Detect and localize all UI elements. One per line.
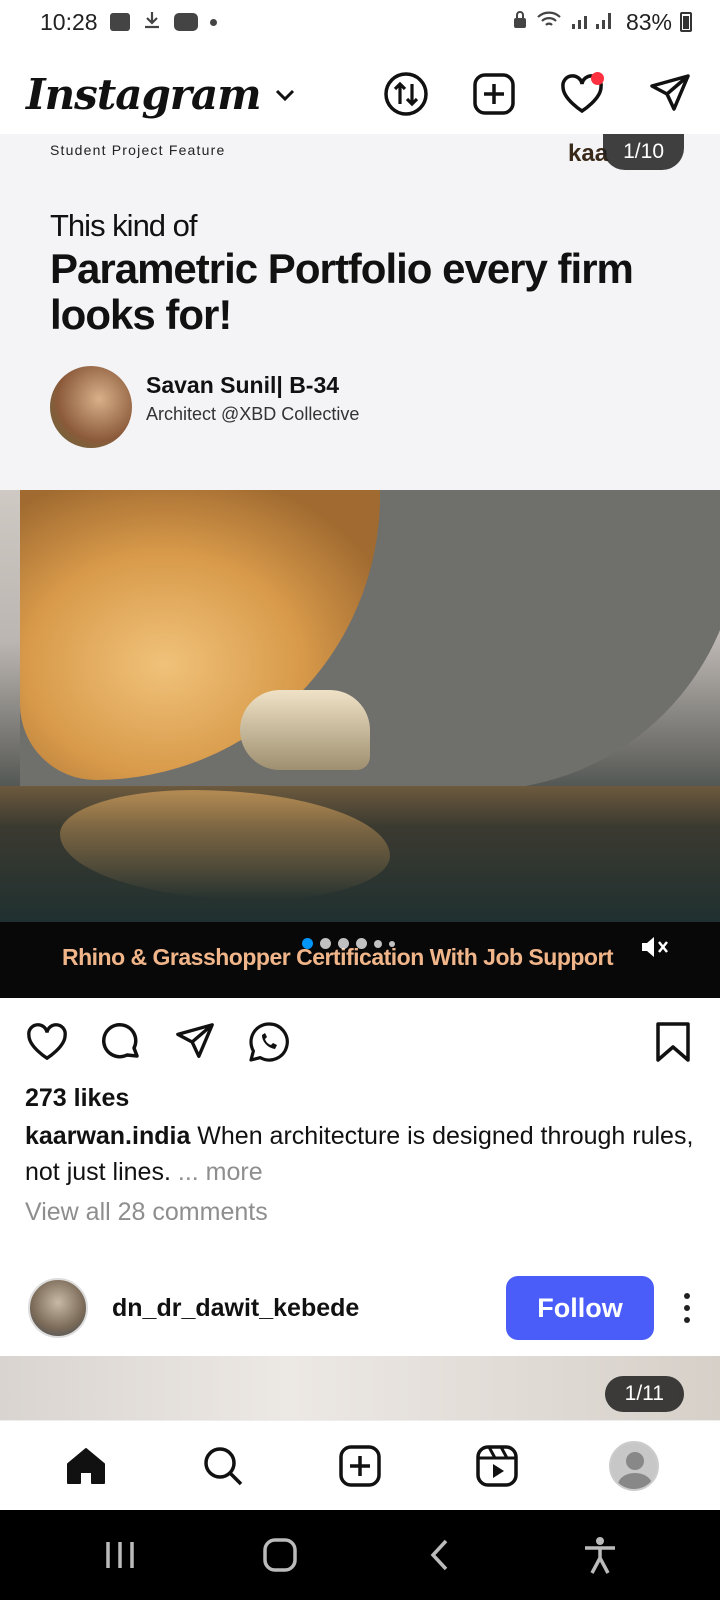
whatsapp-icon[interactable] [246, 1019, 292, 1065]
promo-banner: Rhino & Grasshopper Certification With J… [0, 922, 720, 998]
carousel-dot [374, 940, 382, 948]
notification-dot [591, 72, 604, 85]
direct-message-icon[interactable] [646, 70, 694, 118]
more-notifications-icon [209, 18, 217, 26]
header-actions [382, 70, 694, 118]
wifi-icon [536, 9, 562, 36]
headline-small: This kind of [50, 208, 198, 243]
carousel-dot [302, 938, 313, 949]
share-icon[interactable] [172, 1019, 218, 1065]
status-bar: 10:28 83% [0, 0, 720, 44]
reels-icon[interactable] [469, 1438, 525, 1494]
slide-counter: 1/10 [603, 134, 684, 170]
battery-icon [680, 12, 692, 32]
headline-big: Parametric Portfolio every firm looks fo… [50, 245, 634, 338]
status-left: 10:28 [40, 9, 217, 36]
instagram-logo[interactable]: Instagram [26, 70, 262, 119]
gallery-notification-icon [109, 13, 130, 31]
clock: 10:28 [40, 8, 98, 35]
signal-icon [570, 9, 618, 36]
comment-icon[interactable] [98, 1019, 144, 1065]
status-right: 83% [512, 9, 692, 36]
bottom-tab-bar [0, 1420, 720, 1510]
next-post-header: dn_dr_dawit_kebede Follow [0, 1268, 720, 1348]
avatar [608, 1440, 659, 1491]
threads-switch-icon[interactable] [382, 70, 430, 118]
author-avatar [50, 366, 132, 448]
carousel-dots [302, 938, 395, 949]
home-icon[interactable] [58, 1438, 114, 1494]
next-slide-counter: 1/11 [604, 1376, 684, 1412]
download-icon [142, 9, 162, 36]
architecture-render-image [0, 490, 720, 922]
accessibility-icon[interactable] [575, 1530, 625, 1580]
carousel-dot [338, 938, 349, 949]
caption-more-link[interactable]: ... more [171, 1158, 263, 1186]
carousel-dot [320, 938, 331, 949]
next-post-media[interactable]: 1/11 [0, 1356, 720, 1420]
bookmark-icon[interactable] [650, 1019, 696, 1065]
avatar[interactable] [28, 1278, 88, 1338]
more-options-icon[interactable] [684, 1293, 692, 1323]
back-icon[interactable] [415, 1530, 465, 1580]
recent-apps-icon[interactable] [95, 1530, 145, 1580]
author-role: Architect @XBD Collective [146, 404, 360, 424]
like-heart-icon[interactable] [24, 1019, 70, 1065]
youtube-notification-icon [173, 13, 198, 31]
post-caption[interactable]: kaarwan.india When architecture is desig… [25, 1118, 705, 1190]
carousel-dot [389, 941, 395, 947]
post-actions [24, 1018, 696, 1066]
post-slide-graphic: Student Project Feature kaa 1/10 This ki… [0, 134, 720, 490]
follow-button[interactable]: Follow [506, 1276, 654, 1340]
profile-icon[interactable] [606, 1438, 662, 1494]
view-comments-link[interactable]: View all 28 comments [25, 1198, 268, 1227]
like-count[interactable]: 273 likes [25, 1084, 129, 1113]
carousel-dot [356, 938, 367, 949]
author-name: Savan Sunil| B-34 [146, 372, 340, 398]
caption-username[interactable]: kaarwan.india [25, 1122, 190, 1150]
lock-icon [512, 9, 528, 36]
feature-label: Student Project Feature [50, 142, 226, 158]
battery-percent: 83% [625, 8, 672, 35]
chevron-down-icon[interactable] [273, 79, 297, 110]
app-header: Instagram [0, 54, 720, 134]
home-button-icon[interactable] [255, 1530, 305, 1580]
create-post-icon[interactable] [332, 1438, 388, 1494]
activity-heart-icon[interactable] [558, 70, 606, 118]
brand-mark: kaa [568, 140, 609, 167]
search-icon[interactable] [195, 1438, 251, 1494]
render-window [240, 690, 370, 770]
new-post-icon[interactable] [470, 70, 518, 118]
mute-icon[interactable] [640, 934, 670, 966]
next-post-username[interactable]: dn_dr_dawit_kebede [112, 1294, 359, 1323]
system-navigation [0, 1510, 720, 1600]
post-carousel[interactable]: Student Project Feature kaa 1/10 This ki… [0, 134, 720, 998]
